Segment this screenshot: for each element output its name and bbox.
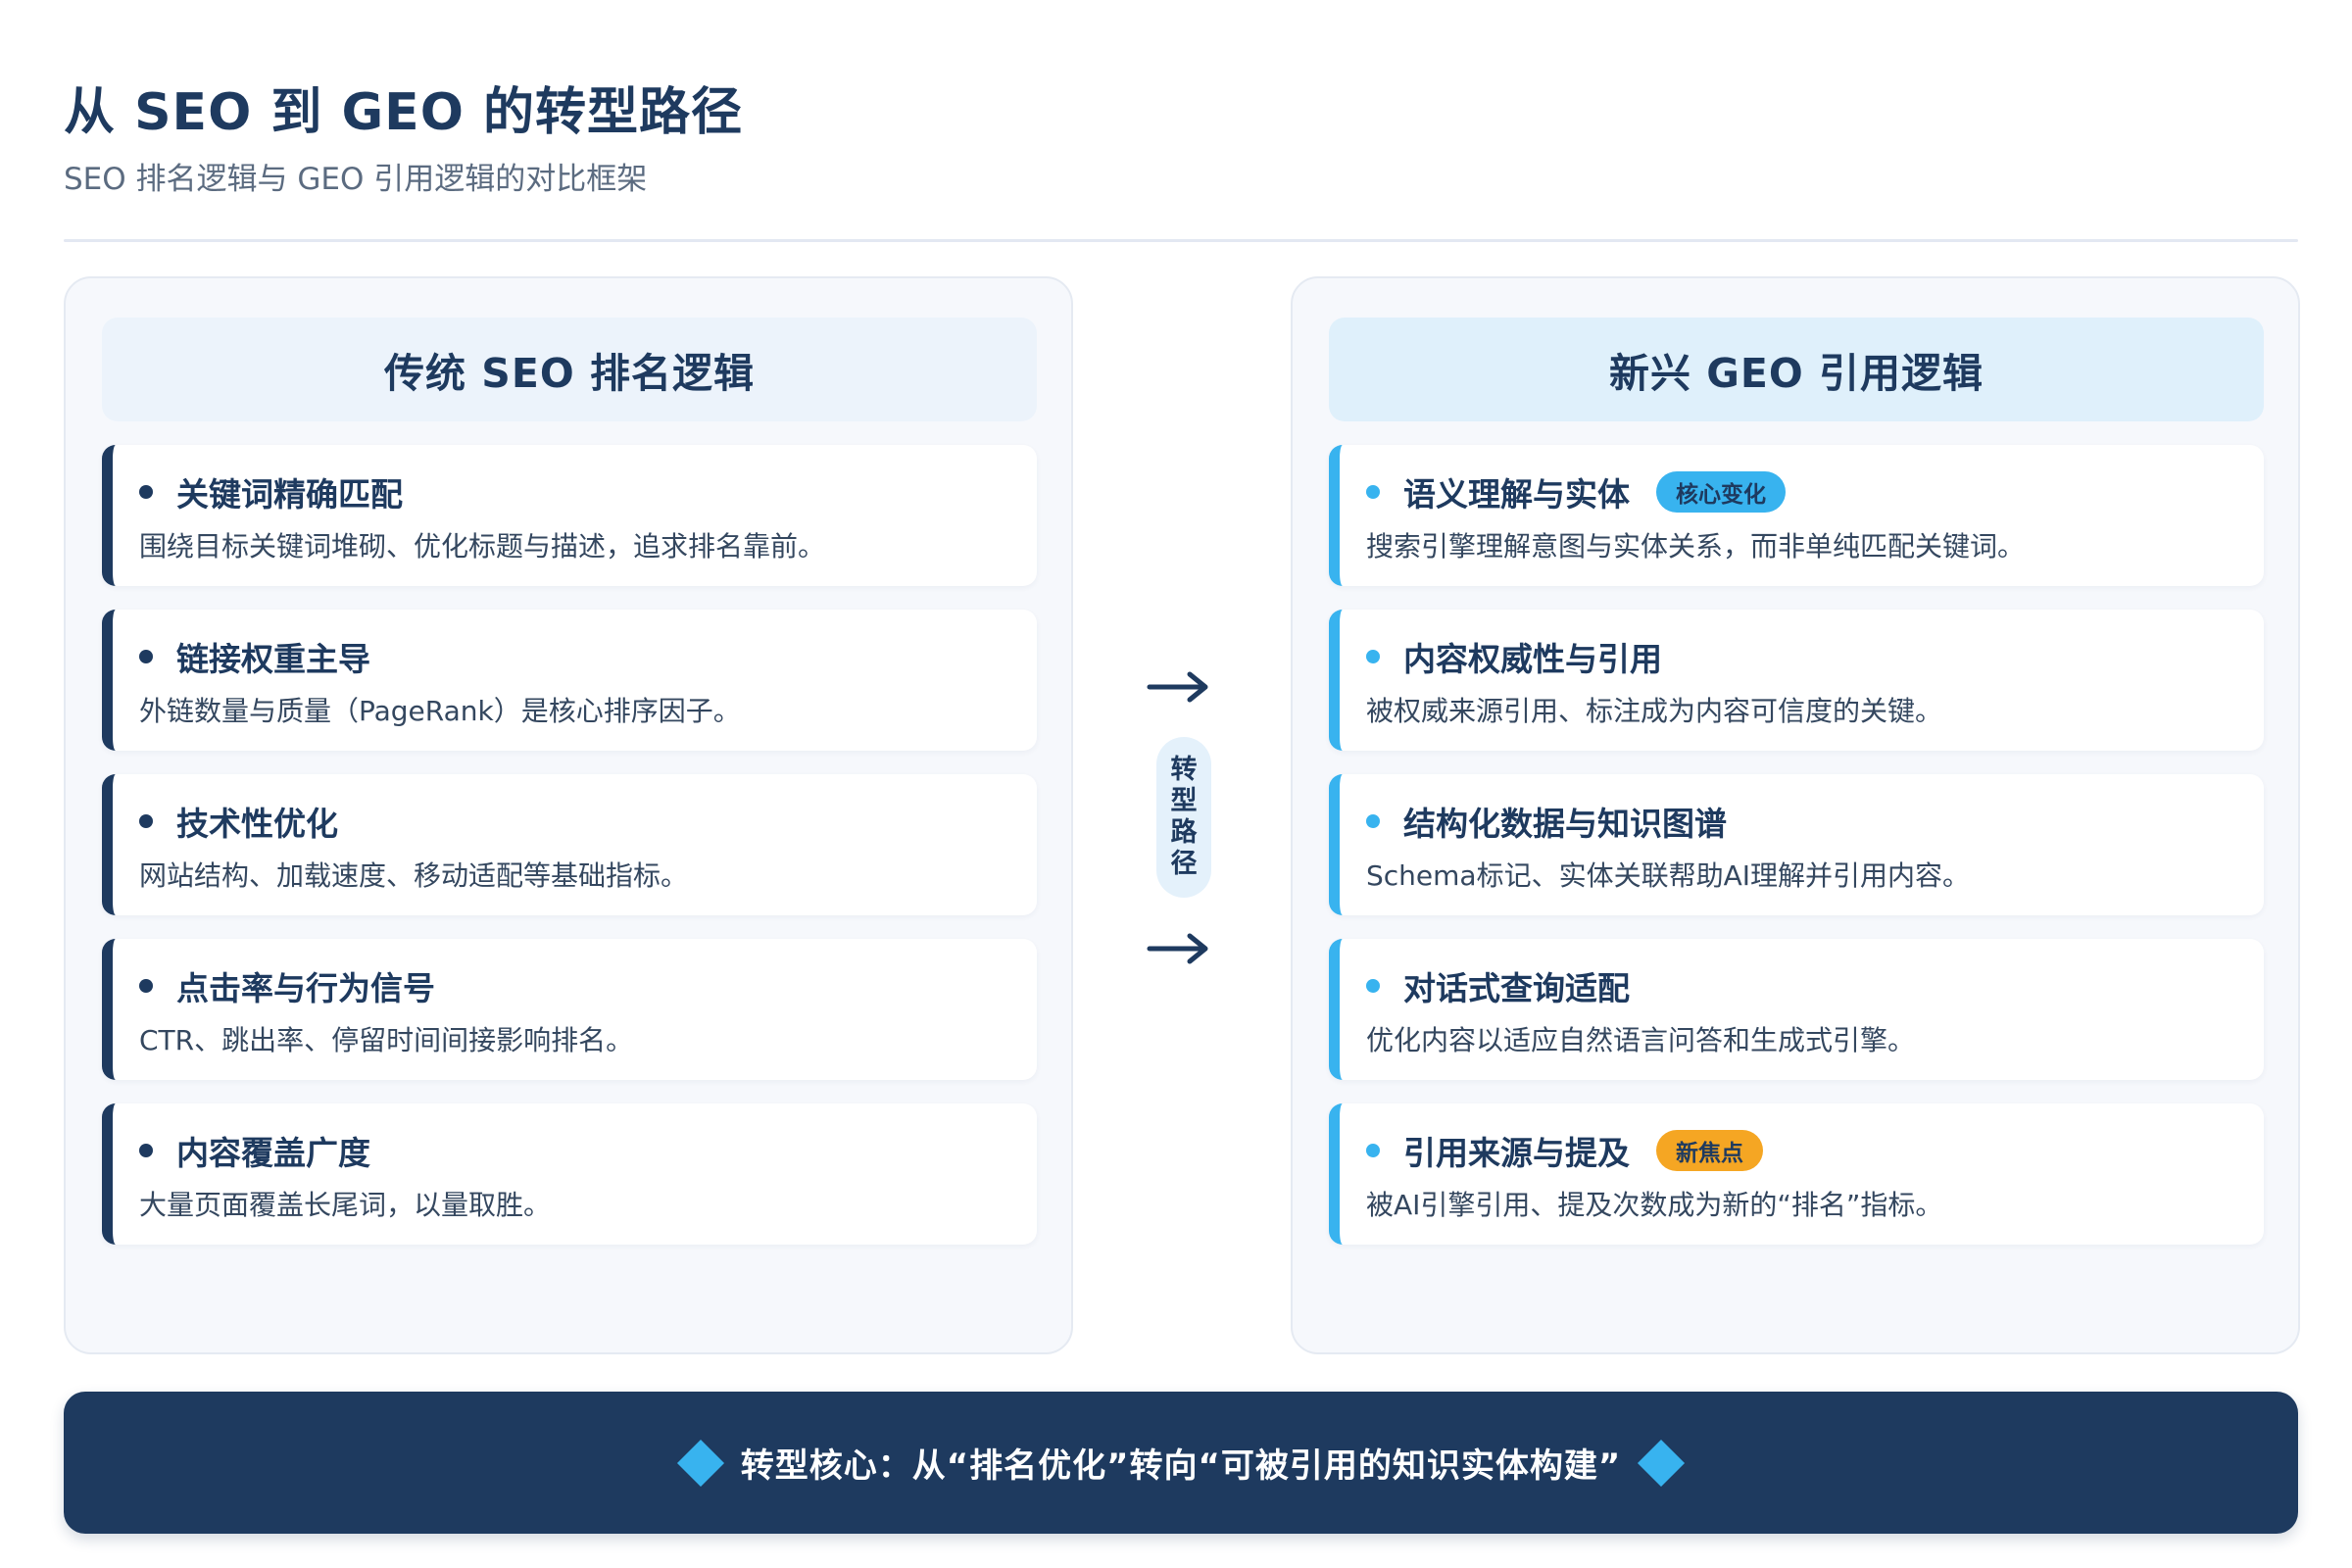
- geo-item-card: 语义理解与实体 核心变化 搜索引擎理解意图与实体关系，而非单纯匹配关键词。: [1329, 445, 2264, 586]
- arrow-right-icon: [1147, 933, 1208, 964]
- geo-item-title: 内容权威性与引用: [1403, 640, 1662, 678]
- diamond-icon: [1638, 1439, 1686, 1487]
- geo-item-desc: 搜索引擎理解意图与实体关系，而非单纯匹配关键词。: [1366, 530, 2026, 563]
- bullet-dot-icon: [139, 814, 153, 828]
- seo-item-title: 链接权重主导: [176, 640, 370, 678]
- geo-item-title: 对话式查询适配: [1403, 969, 1630, 1007]
- seo-item-desc: 围绕目标关键词堆砌、优化标题与描述，追求排名靠前。: [139, 530, 826, 563]
- geo-item-desc: Schema标记、实体关联帮助AI理解并引用内容。: [1366, 859, 1970, 892]
- geo-item-card: 内容权威性与引用 被权威来源引用、标注成为内容可信度的关键。: [1329, 610, 2264, 751]
- bullet-dot-icon: [139, 650, 153, 663]
- seo-item-desc: CTR、跳出率、停留时间间接影响排名。: [139, 1024, 634, 1056]
- bullet-dot-icon: [1366, 814, 1380, 828]
- bullet-dot-icon: [1366, 1144, 1380, 1157]
- seo-item-title: 点击率与行为信号: [176, 969, 435, 1007]
- seo-item-card: 关键词精确匹配 围绕目标关键词堆砌、优化标题与描述，追求排名靠前。: [102, 445, 1037, 586]
- geo-item-desc: 优化内容以适应自然语言问答和生成式引擎。: [1366, 1024, 1916, 1056]
- transition-label-char: 路: [1170, 817, 1198, 848]
- geo-item-card: 引用来源与提及 新焦点 被AI引擎引用、提及次数成为新的“排名”指标。: [1329, 1103, 2264, 1245]
- seo-item-title: 内容覆盖广度: [176, 1134, 370, 1172]
- page: 从 SEO 到 GEO 的转型路径 SEO 排名逻辑与 GEO 引用逻辑的对比框…: [0, 0, 2352, 1568]
- geo-item-title: 结构化数据与知识图谱: [1403, 805, 1727, 843]
- geo-item-title: 语义理解与实体: [1403, 475, 1630, 514]
- bullet-dot-icon: [139, 979, 153, 993]
- transition-label-char: 径: [1170, 849, 1198, 879]
- transition-label-char: 型: [1170, 786, 1198, 816]
- bullet-dot-icon: [139, 485, 153, 499]
- seo-item-desc: 外链数量与质量（PageRank）是核心排序因子。: [139, 695, 741, 727]
- page-subtitle: SEO 排名逻辑与 GEO 引用逻辑的对比框架: [64, 162, 648, 197]
- seo-item-card: 点击率与行为信号 CTR、跳出率、停留时间间接影响排名。: [102, 939, 1037, 1080]
- seo-item-desc: 网站结构、加载速度、移动适配等基础指标。: [139, 859, 689, 892]
- bullet-dot-icon: [1366, 650, 1380, 663]
- seo-item-desc: 大量页面覆盖长尾词，以量取胜。: [139, 1189, 552, 1221]
- seo-panel-title: 传统 SEO 排名逻辑: [102, 318, 1037, 421]
- bullet-dot-icon: [139, 1144, 153, 1157]
- geo-item-card: 对话式查询适配 优化内容以适应自然语言问答和生成式引擎。: [1329, 939, 2264, 1080]
- arrow-right-icon: [1147, 671, 1208, 703]
- geo-item-desc: 被AI引擎引用、提及次数成为新的“排名”指标。: [1366, 1189, 1943, 1221]
- geo-item-desc: 被权威来源引用、标注成为内容可信度的关键。: [1366, 695, 1943, 727]
- bullet-dot-icon: [1366, 485, 1380, 499]
- page-title: 从 SEO 到 GEO 的转型路径: [64, 83, 744, 142]
- geo-item-card: 结构化数据与知识图谱 Schema标记、实体关联帮助AI理解并引用内容。: [1329, 774, 2264, 915]
- header-divider: [64, 239, 2298, 242]
- transition-label-char: 转: [1170, 755, 1198, 785]
- seo-item-title: 关键词精确匹配: [176, 475, 403, 514]
- banner-text: 转型核心：从“排名优化”转向“可被引用的知识实体构建”: [740, 1446, 1622, 1486]
- core-summary-banner: 转型核心：从“排名优化”转向“可被引用的知识实体构建”: [64, 1392, 2298, 1534]
- geo-panel-title: 新兴 GEO 引用逻辑: [1329, 318, 2264, 421]
- transition-path-label: 转 型 路 径: [1156, 737, 1211, 898]
- seo-item-card: 链接权重主导 外链数量与质量（PageRank）是核心排序因子。: [102, 610, 1037, 751]
- bullet-dot-icon: [1366, 979, 1380, 993]
- seo-item-title: 技术性优化: [176, 805, 338, 843]
- seo-panel: 传统 SEO 排名逻辑 关键词精确匹配 围绕目标关键词堆砌、优化标题与描述，追求…: [64, 276, 1073, 1354]
- core-change-badge: 核心变化: [1656, 471, 1786, 513]
- geo-panel: 新兴 GEO 引用逻辑 语义理解与实体 核心变化 搜索引擎理解意图与实体关系，而…: [1291, 276, 2300, 1354]
- seo-item-card: 技术性优化 网站结构、加载速度、移动适配等基础指标。: [102, 774, 1037, 915]
- seo-item-card: 内容覆盖广度 大量页面覆盖长尾词，以量取胜。: [102, 1103, 1037, 1245]
- new-focus-badge: 新焦点: [1656, 1130, 1763, 1171]
- diamond-icon: [676, 1439, 724, 1487]
- geo-item-title: 引用来源与提及: [1403, 1134, 1630, 1172]
